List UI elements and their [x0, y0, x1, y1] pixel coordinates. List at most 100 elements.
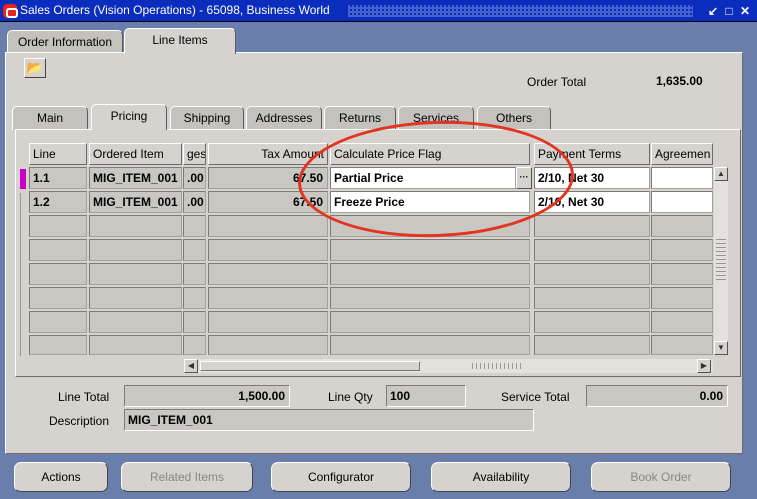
- empty-cell[interactable]: [651, 335, 713, 355]
- empty-cell[interactable]: [208, 215, 328, 237]
- empty-cell[interactable]: [534, 335, 650, 355]
- empty-cell[interactable]: [89, 287, 182, 309]
- line-qty-field[interactable]: 100: [386, 385, 466, 407]
- title-bar: Sales Orders (Vision Operations) - 65098…: [0, 0, 757, 22]
- cell-agreement[interactable]: [651, 191, 713, 213]
- empty-cell[interactable]: [330, 215, 530, 237]
- cell-payment-terms[interactable]: 2/10, Net 30: [534, 191, 650, 213]
- empty-cell[interactable]: [29, 335, 87, 355]
- cell-ordered-item[interactable]: MIG_ITEM_001: [89, 191, 182, 213]
- empty-cell[interactable]: [208, 263, 328, 285]
- empty-cell[interactable]: [89, 239, 182, 261]
- empty-cell[interactable]: [89, 215, 182, 237]
- empty-cell[interactable]: [89, 311, 182, 333]
- empty-cell[interactable]: [651, 215, 713, 237]
- tab-main[interactable]: Main: [12, 106, 88, 130]
- list-of-values-button[interactable]: ···: [516, 167, 532, 189]
- empty-cell[interactable]: [29, 215, 87, 237]
- empty-cell[interactable]: [651, 287, 713, 309]
- cell-payment-terms[interactable]: 2/10, Net 30: [534, 167, 650, 189]
- actions-button[interactable]: Actions: [14, 462, 108, 492]
- line-total-field[interactable]: 1,500.00: [124, 385, 290, 407]
- empty-cell[interactable]: [534, 239, 650, 261]
- cell-calculate-price-flag[interactable]: Freeze Price: [330, 191, 530, 213]
- empty-cell[interactable]: [534, 263, 650, 285]
- empty-cell[interactable]: [651, 263, 713, 285]
- cell-tax-amount[interactable]: 67.50: [208, 167, 328, 189]
- cell-calculate-price-flag[interactable]: Partial Price: [330, 167, 516, 189]
- tab-order-information[interactable]: Order Information: [7, 30, 123, 54]
- column-header-agreement[interactable]: Agreemen: [651, 143, 713, 165]
- scroll-left-icon[interactable]: ◀: [184, 359, 198, 373]
- empty-cell[interactable]: [183, 335, 206, 355]
- line-total-label: Line Total: [58, 390, 110, 404]
- column-header-line[interactable]: Line: [29, 143, 87, 165]
- empty-cell[interactable]: [534, 311, 650, 333]
- vertical-scroll-thumb[interactable]: [716, 236, 726, 280]
- tab-pricing[interactable]: Pricing: [91, 104, 167, 130]
- column-header-charges[interactable]: ges: [183, 143, 206, 165]
- tab-services[interactable]: Services: [398, 106, 474, 130]
- empty-cell[interactable]: [89, 335, 182, 355]
- empty-cell[interactable]: [183, 311, 206, 333]
- empty-cell[interactable]: [208, 287, 328, 309]
- empty-cell[interactable]: [29, 239, 87, 261]
- empty-cell[interactable]: [534, 215, 650, 237]
- tab-addresses[interactable]: Addresses: [246, 106, 322, 130]
- book-order-button[interactable]: Book Order: [591, 462, 731, 492]
- related-items-button[interactable]: Related Items: [121, 462, 253, 492]
- description-label: Description: [49, 414, 110, 428]
- empty-cell[interactable]: [29, 311, 87, 333]
- column-header-calculate-price-flag[interactable]: Calculate Price Flag: [330, 143, 530, 165]
- tab-others[interactable]: Others: [477, 106, 551, 130]
- close-icon[interactable]: ✕: [738, 4, 752, 18]
- empty-cell[interactable]: [29, 287, 87, 309]
- order-total-label: Order Total: [527, 75, 587, 89]
- tab-returns[interactable]: Returns: [324, 106, 396, 130]
- empty-cell[interactable]: [183, 215, 206, 237]
- empty-cell[interactable]: [330, 335, 530, 355]
- scroll-right-icon[interactable]: ▶: [697, 359, 711, 373]
- description-field[interactable]: MIG_ITEM_001: [124, 409, 534, 431]
- horizontal-scroll-grip: [472, 363, 522, 369]
- cell-ordered-item[interactable]: MIG_ITEM_001: [89, 167, 182, 189]
- empty-cell[interactable]: [330, 263, 530, 285]
- minimize-icon[interactable]: ↙: [706, 4, 720, 18]
- empty-cell[interactable]: [183, 263, 206, 285]
- cell-agreement[interactable]: [651, 167, 713, 189]
- empty-cell[interactable]: [208, 239, 328, 261]
- empty-cell[interactable]: [183, 239, 206, 261]
- cell-line[interactable]: 1.1: [29, 167, 87, 189]
- column-header-tax-amount[interactable]: Tax Amount: [208, 143, 328, 165]
- empty-cell[interactable]: [330, 239, 530, 261]
- order-total-value: 1,635.00: [656, 74, 703, 88]
- window-title: Sales Orders (Vision Operations) - 65098…: [20, 3, 330, 17]
- empty-cell[interactable]: [330, 311, 530, 333]
- empty-cell[interactable]: [651, 239, 713, 261]
- tab-shipping[interactable]: Shipping: [170, 106, 244, 130]
- cell-charges[interactable]: .00: [183, 191, 206, 213]
- configurator-button[interactable]: Configurator: [271, 462, 411, 492]
- maximize-icon[interactable]: □: [722, 4, 736, 18]
- scroll-up-icon[interactable]: ▲: [714, 167, 728, 181]
- horizontal-scroll-thumb[interactable]: [200, 361, 420, 371]
- cell-charges[interactable]: .00: [183, 167, 206, 189]
- empty-cell[interactable]: [330, 287, 530, 309]
- empty-cell[interactable]: [183, 287, 206, 309]
- cell-tax-amount[interactable]: 67.50: [208, 191, 328, 213]
- row-selector-column: [20, 193, 26, 356]
- column-header-ordered-item[interactable]: Ordered Item: [89, 143, 182, 165]
- availability-button[interactable]: Availability: [431, 462, 571, 492]
- empty-cell[interactable]: [208, 311, 328, 333]
- empty-cell[interactable]: [534, 287, 650, 309]
- folder-icon[interactable]: 📂: [24, 58, 46, 78]
- cell-line[interactable]: 1.2: [29, 191, 87, 213]
- column-header-payment-terms[interactable]: Payment Terms: [534, 143, 650, 165]
- tab-line-items[interactable]: Line Items: [124, 28, 236, 54]
- empty-cell[interactable]: [29, 263, 87, 285]
- empty-cell[interactable]: [208, 335, 328, 355]
- service-total-field[interactable]: 0.00: [586, 385, 728, 407]
- empty-cell[interactable]: [89, 263, 182, 285]
- empty-cell[interactable]: [651, 311, 713, 333]
- scroll-down-icon[interactable]: ▼: [714, 341, 728, 355]
